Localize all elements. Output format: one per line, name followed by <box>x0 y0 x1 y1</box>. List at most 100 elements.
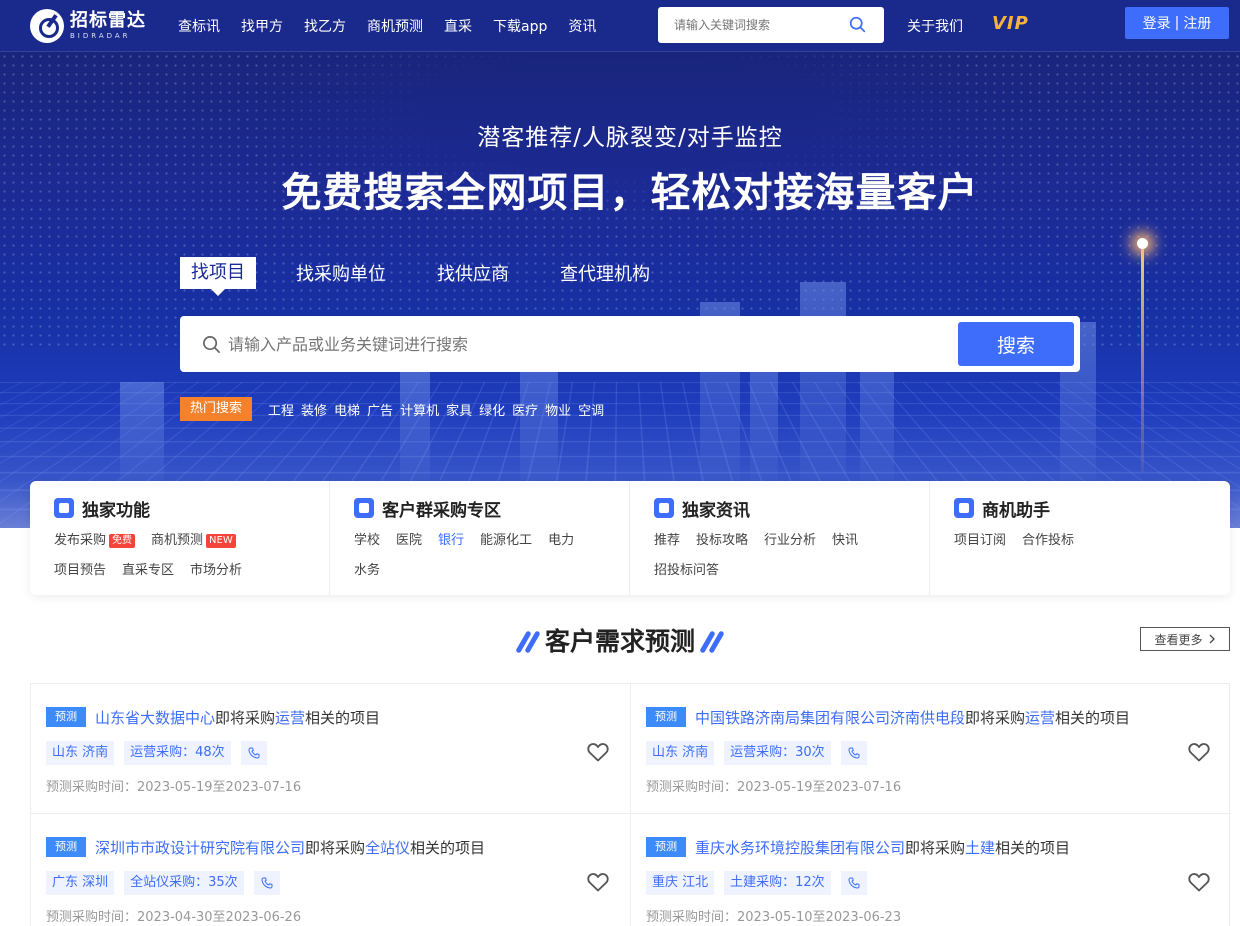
radar-logo-icon <box>30 9 64 43</box>
heart-icon[interactable] <box>1187 870 1211 894</box>
feature-title: 独家功能 <box>82 496 150 521</box>
forecast-title[interactable]: 重庆水务环境控股集团有限公司即将采购土建相关的项目 <box>695 837 1070 858</box>
hot-word[interactable]: 计算机 <box>400 400 439 419</box>
feature-link-hospital[interactable]: 医院 <box>396 531 422 561</box>
feature-link-market[interactable]: 市场分析 <box>190 561 242 591</box>
hot-search-words: 工程 装修 电梯 广告 计算机 家具 绿化 医疗 物业 空调 <box>268 400 611 419</box>
login-register-button[interactable]: 登录 | 注册 <box>1125 7 1229 39</box>
hot-word[interactable]: 医疗 <box>512 400 538 419</box>
feature-link-cooperate[interactable]: 合作投标 <box>1022 531 1074 561</box>
feature-link-recommend[interactable]: 推荐 <box>654 531 680 561</box>
forecast-time: 预测采购时间：2023-05-19至2023-07-16 <box>46 776 301 795</box>
feature-link-bank[interactable]: 银行 <box>438 531 464 561</box>
feature-link-water[interactable]: 水务 <box>354 561 380 591</box>
hot-word[interactable]: 工程 <box>268 400 294 419</box>
view-more-label: 查看更多 <box>1154 631 1202 648</box>
nav-item-download-app[interactable]: 下载app <box>493 16 547 36</box>
heart-icon[interactable] <box>586 870 610 894</box>
purchase-count-chip[interactable]: 全站仪采购：35次 <box>124 871 244 895</box>
feature-assistant: 商机助手 项目订阅 合作投标 <box>930 481 1230 595</box>
hot-word[interactable]: 电梯 <box>334 400 360 419</box>
hot-word[interactable]: 空调 <box>578 400 604 419</box>
purchase-count-chip[interactable]: 土建采购：12次 <box>724 871 831 895</box>
logo-subname: BIDRADAR <box>70 33 146 40</box>
hot-word[interactable]: 家具 <box>446 400 472 419</box>
news-icon <box>654 498 674 518</box>
forecast-title[interactable]: 深圳市市政设计研究院有限公司即将采购全站仪相关的项目 <box>95 837 485 858</box>
search-button[interactable]: 搜索 <box>958 322 1074 366</box>
header-search-box <box>658 7 884 43</box>
search-icon <box>202 335 221 354</box>
region-chip[interactable]: 山东 济南 <box>46 741 114 765</box>
view-more-button[interactable]: 查看更多 <box>1140 627 1230 651</box>
about-us-link[interactable]: 关于我们 <box>907 16 963 36</box>
feature-link-direct[interactable]: 直采专区 <box>122 561 174 591</box>
hot-word[interactable]: 广告 <box>367 400 393 419</box>
feature-link-flash[interactable]: 快讯 <box>832 531 858 561</box>
vip-link[interactable]: VIP <box>992 13 1029 34</box>
nav-item-direct-purchase[interactable]: 直采 <box>444 16 472 36</box>
nav-item-news[interactable]: 资讯 <box>568 16 596 36</box>
forecast-card[interactable]: 预测 深圳市市政设计研究院有限公司即将采购全站仪相关的项目 广东 深圳 全站仪采… <box>31 814 631 926</box>
forecast-badge: 预测 <box>646 837 686 857</box>
feature-link-energy[interactable]: 能源化工 <box>480 531 532 561</box>
heart-icon[interactable] <box>586 740 610 764</box>
forecast-card[interactable]: 预测 山东省大数据中心即将采购运营相关的项目 山东 济南 运营采购：48次 预测… <box>31 684 631 814</box>
nav-item-query-bids[interactable]: 查标讯 <box>178 16 220 36</box>
feature-link-subscribe[interactable]: 项目订阅 <box>954 531 1006 561</box>
phone-icon[interactable] <box>841 741 867 765</box>
hot-word[interactable]: 装修 <box>301 400 327 419</box>
main-search-input[interactable] <box>228 316 928 372</box>
heart-icon[interactable] <box>1187 740 1211 764</box>
region-chip[interactable]: 广东 深圳 <box>46 871 114 895</box>
nav-item-find-buyer[interactable]: 找甲方 <box>241 16 283 36</box>
register-label[interactable]: 注册 <box>1183 13 1211 33</box>
feature-link-strategy[interactable]: 投标攻略 <box>696 531 748 561</box>
phone-icon[interactable] <box>841 871 867 895</box>
purchase-count-chip[interactable]: 运营采购：48次 <box>124 741 231 765</box>
free-badge: 免费 <box>109 534 135 548</box>
region-chip[interactable]: 山东 济南 <box>646 741 714 765</box>
hero-title: 免费搜索全网项目，轻松对接海量客户 <box>0 160 1240 218</box>
feature-title: 客户群采购专区 <box>382 496 501 521</box>
phone-icon[interactable] <box>254 871 280 895</box>
tab-find-buyer[interactable]: 找采购单位 <box>296 260 386 286</box>
feature-link-forecast[interactable]: 商机预测 NEW <box>151 531 236 561</box>
forecast-title[interactable]: 山东省大数据中心即将采购运营相关的项目 <box>95 707 380 728</box>
purchase-count-chip[interactable]: 运营采购：30次 <box>724 741 831 765</box>
chevron-right-icon <box>1209 634 1216 644</box>
feature-link-industry[interactable]: 行业分析 <box>764 531 816 561</box>
region-chip[interactable]: 重庆 江北 <box>646 871 714 895</box>
main-nav: 查标讯 找甲方 找乙方 商机预测 直采 下载app 资讯 <box>178 0 617 52</box>
tab-find-supplier[interactable]: 找供应商 <box>437 260 509 286</box>
feature-link-publish[interactable]: 发布采购 免费 <box>54 531 135 561</box>
login-divider: | <box>1175 15 1180 31</box>
logo[interactable]: 招标雷达 BIDRADAR <box>30 8 170 44</box>
feature-link-preview[interactable]: 项目预告 <box>54 561 106 591</box>
feature-link-power[interactable]: 电力 <box>548 531 574 561</box>
nav-item-forecast[interactable]: 商机预测 <box>367 16 423 36</box>
forecast-card[interactable]: 预测 中国铁路济南局集团有限公司济南供电段即将采购运营相关的项目 山东 济南 运… <box>631 684 1231 814</box>
forecast-title[interactable]: 中国铁路济南局集团有限公司济南供电段即将采购运营相关的项目 <box>695 707 1130 728</box>
feature-link-qa[interactable]: 招投标问答 <box>654 561 719 591</box>
shield-star-icon <box>54 498 74 518</box>
phone-icon[interactable] <box>241 741 267 765</box>
search-icon[interactable] <box>849 16 866 33</box>
nav-item-find-supplier[interactable]: 找乙方 <box>304 16 346 36</box>
tab-find-agency[interactable]: 查代理机构 <box>560 260 650 286</box>
top-navbar: 招标雷达 BIDRADAR 查标讯 找甲方 找乙方 商机预测 直采 下载app … <box>0 0 1240 52</box>
forecast-card[interactable]: 预测 重庆水务环境控股集团有限公司即将采购土建相关的项目 重庆 江北 土建采购：… <box>631 814 1231 926</box>
feature-link-school[interactable]: 学校 <box>354 531 380 561</box>
forecast-time: 预测采购时间：2023-04-30至2023-06-26 <box>46 906 301 925</box>
feature-panel: 独家功能 发布采购 免费 商机预测 NEW 项目预告 直采专区 市场分析 客户群采购… <box>30 481 1230 595</box>
assistant-icon <box>954 498 974 518</box>
tab-find-project[interactable]: 找项目 <box>180 257 256 289</box>
feature-news: 独家资讯 推荐 投标攻略 行业分析 快讯 招投标问答 <box>630 481 930 595</box>
user-group-icon <box>354 498 374 518</box>
feature-exclusive: 独家功能 发布采购 免费 商机预测 NEW 项目预告 直采专区 市场分析 <box>30 481 330 595</box>
section-title: 客户需求预测 <box>0 622 1240 658</box>
login-label[interactable]: 登录 <box>1143 13 1171 33</box>
hot-word[interactable]: 物业 <box>545 400 571 419</box>
header-search-input[interactable] <box>658 7 838 43</box>
hot-word[interactable]: 绿化 <box>479 400 505 419</box>
